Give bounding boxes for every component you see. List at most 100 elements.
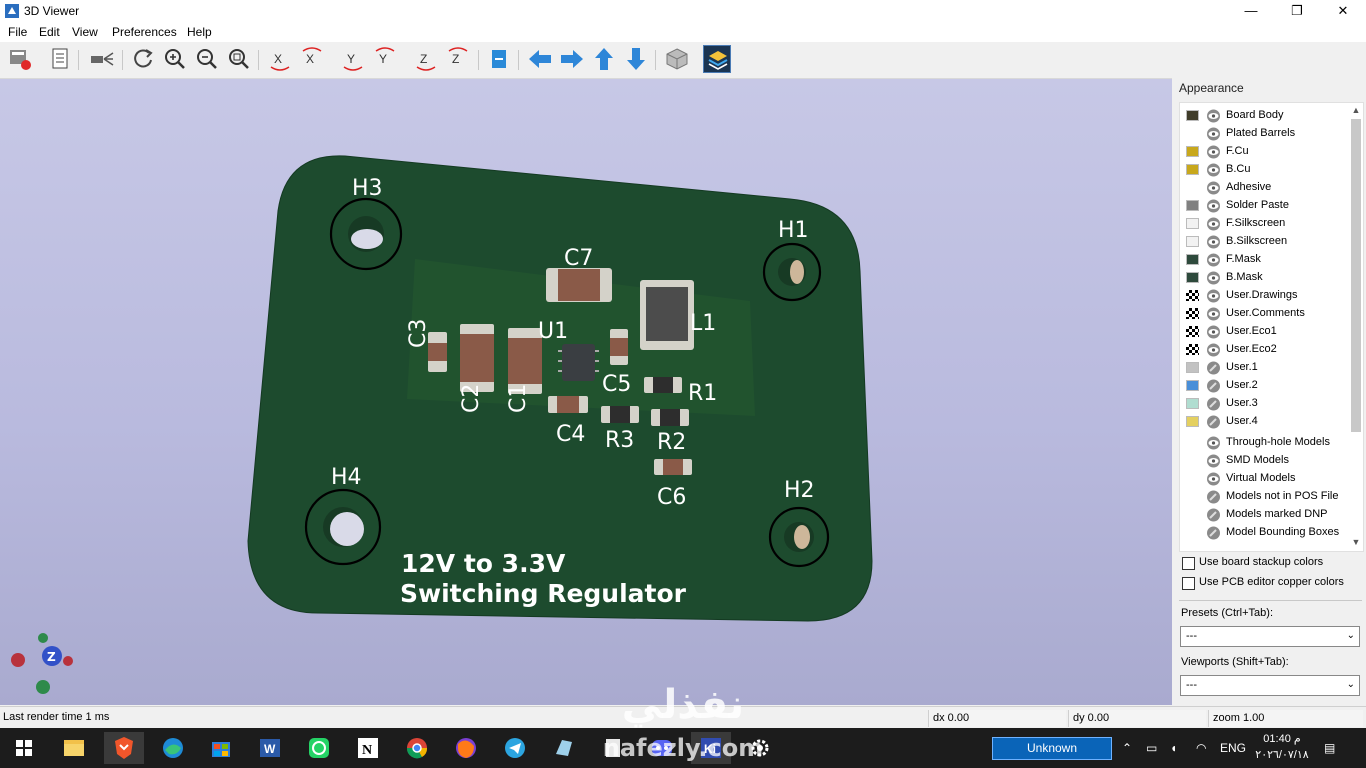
layer-color-swatch[interactable] bbox=[1186, 380, 1199, 391]
layer-color-swatch[interactable] bbox=[1186, 344, 1199, 355]
eye-icon[interactable] bbox=[1206, 127, 1221, 141]
move-left-icon[interactable] bbox=[526, 45, 554, 73]
eye-icon[interactable] bbox=[1206, 163, 1221, 177]
visibility-toggle-icon[interactable] bbox=[1206, 508, 1221, 522]
reload-icon[interactable] bbox=[129, 45, 157, 73]
layer-color-swatch[interactable] bbox=[1186, 236, 1199, 247]
layer-row[interactable]: B.Mask bbox=[1180, 269, 1348, 287]
layer-row[interactable]: User.1 bbox=[1180, 359, 1348, 377]
discord-icon[interactable] bbox=[642, 732, 682, 764]
render-options-icon[interactable] bbox=[6, 45, 34, 73]
model-row[interactable]: Models marked DNP bbox=[1180, 506, 1348, 524]
use-pcb-copper-colors-checkbox[interactable]: Use PCB editor copper colors bbox=[1181, 574, 1365, 592]
3d-viewport[interactable]: H3 H1 H4 H2 C7 U1 L1 C3 C2 C1 C5 R1 C4 R… bbox=[0, 78, 1172, 705]
eye-icon[interactable] bbox=[1206, 271, 1221, 285]
eye-icon[interactable] bbox=[1206, 235, 1221, 249]
eye-icon[interactable] bbox=[1206, 145, 1221, 159]
kicad-icon[interactable]: Ki bbox=[691, 732, 731, 764]
menu-edit[interactable]: Edit bbox=[39, 25, 60, 39]
move-down-icon[interactable] bbox=[622, 45, 650, 73]
settings-icon[interactable] bbox=[740, 732, 780, 764]
layer-row[interactable]: User.2 bbox=[1180, 377, 1348, 395]
eye-icon[interactable] bbox=[1206, 436, 1221, 450]
whatsapp-icon[interactable] bbox=[299, 732, 339, 764]
layer-row[interactable]: User.3 bbox=[1180, 395, 1348, 413]
layer-color-swatch[interactable] bbox=[1186, 164, 1199, 175]
unknown-button[interactable]: Unknown bbox=[992, 737, 1112, 760]
checkbox-box[interactable] bbox=[1182, 557, 1195, 570]
eye-icon[interactable] bbox=[1206, 343, 1221, 357]
viewports-dropdown[interactable]: --- ⌄ bbox=[1180, 675, 1360, 696]
windows-start-icon[interactable] bbox=[4, 732, 44, 764]
menu-view[interactable]: View bbox=[72, 25, 98, 39]
layer-row[interactable]: User.Comments bbox=[1180, 305, 1348, 323]
use-stackup-colors-checkbox[interactable]: Use board stackup colors bbox=[1181, 554, 1365, 572]
layer-row[interactable]: Board Body bbox=[1180, 107, 1348, 125]
model-row[interactable]: Model Bounding Boxes bbox=[1180, 524, 1348, 542]
visibility-toggle-icon[interactable] bbox=[1206, 415, 1221, 429]
raytracing-icon[interactable] bbox=[88, 45, 116, 73]
layers-manager-icon[interactable] bbox=[703, 45, 731, 73]
visibility-toggle-icon[interactable] bbox=[1206, 490, 1221, 504]
firefox-icon[interactable] bbox=[446, 732, 486, 764]
move-up-icon[interactable] bbox=[590, 45, 618, 73]
word-icon[interactable]: W bbox=[250, 732, 290, 764]
language-indicator[interactable]: ENG bbox=[1220, 728, 1246, 768]
layer-row[interactable]: User.4 bbox=[1180, 413, 1348, 431]
eye-icon[interactable] bbox=[1206, 199, 1221, 213]
layer-color-swatch[interactable] bbox=[1186, 200, 1199, 211]
file-explorer-icon[interactable] bbox=[54, 732, 94, 764]
presets-dropdown[interactable]: --- ⌄ bbox=[1180, 626, 1360, 647]
layer-row[interactable]: F.Cu bbox=[1180, 143, 1348, 161]
layer-row[interactable]: Plated Barrels bbox=[1180, 125, 1348, 143]
layer-color-swatch[interactable] bbox=[1186, 254, 1199, 265]
orthographic-icon[interactable] bbox=[663, 45, 691, 73]
eye-icon[interactable] bbox=[1206, 181, 1221, 195]
flip-board-icon[interactable] bbox=[485, 45, 513, 73]
zoom-fit-icon[interactable] bbox=[225, 45, 253, 73]
visibility-toggle-icon[interactable] bbox=[1206, 379, 1221, 393]
eye-icon[interactable] bbox=[1206, 472, 1221, 486]
battery-icon[interactable]: ▭ bbox=[1146, 728, 1157, 768]
zoom-in-icon[interactable] bbox=[161, 45, 189, 73]
layer-color-swatch[interactable] bbox=[1186, 362, 1199, 373]
eye-icon[interactable] bbox=[1206, 109, 1221, 123]
menu-preferences[interactable]: Preferences bbox=[112, 25, 177, 39]
rotate-y-ccw-icon[interactable]: Y bbox=[371, 45, 399, 73]
rotate-x-cw-icon[interactable]: X bbox=[266, 45, 294, 73]
eye-icon[interactable] bbox=[1206, 217, 1221, 231]
eye-icon[interactable] bbox=[1206, 289, 1221, 303]
system-clock[interactable]: 01:40 م ٢٠٢٦/٠٧/١٨ bbox=[1250, 731, 1314, 763]
layer-row[interactable]: Adhesive bbox=[1180, 179, 1348, 197]
minimize-button[interactable]: — bbox=[1228, 0, 1274, 22]
notion-icon[interactable]: N bbox=[348, 732, 388, 764]
model-row[interactable]: SMD Models bbox=[1180, 452, 1348, 470]
layer-color-swatch[interactable] bbox=[1186, 326, 1199, 337]
maximize-button[interactable]: ❐ bbox=[1274, 0, 1320, 22]
model-row[interactable]: Models not in POS File bbox=[1180, 488, 1348, 506]
visibility-toggle-icon[interactable] bbox=[1206, 361, 1221, 375]
rotate-z-cw-icon[interactable]: Z bbox=[412, 45, 440, 73]
model-row[interactable]: Virtual Models bbox=[1180, 470, 1348, 488]
store-icon[interactable] bbox=[201, 732, 241, 764]
layer-row[interactable]: User.Eco2 bbox=[1180, 341, 1348, 359]
telegram-icon[interactable] bbox=[495, 732, 535, 764]
menu-file[interactable]: File bbox=[8, 25, 27, 39]
layer-color-swatch[interactable] bbox=[1186, 308, 1199, 319]
rotate-z-ccw-icon[interactable]: Z bbox=[444, 45, 472, 73]
rotate-x-ccw-icon[interactable]: X bbox=[298, 45, 326, 73]
rotate-y-cw-icon[interactable]: Y bbox=[339, 45, 367, 73]
eye-icon[interactable] bbox=[1206, 454, 1221, 468]
layer-color-swatch[interactable] bbox=[1186, 218, 1199, 229]
layer-row[interactable]: B.Cu bbox=[1180, 161, 1348, 179]
visibility-toggle-icon[interactable] bbox=[1206, 397, 1221, 411]
notifications-icon[interactable]: ▤ bbox=[1324, 728, 1335, 768]
layer-row[interactable]: F.Mask bbox=[1180, 251, 1348, 269]
layer-color-swatch[interactable] bbox=[1186, 110, 1199, 121]
volume-icon[interactable]: ◖ bbox=[1170, 728, 1177, 768]
brave-icon[interactable] bbox=[104, 732, 144, 764]
layer-color-swatch[interactable] bbox=[1186, 398, 1199, 409]
layer-color-swatch[interactable] bbox=[1186, 146, 1199, 157]
layer-row[interactable]: Solder Paste bbox=[1180, 197, 1348, 215]
move-right-icon[interactable] bbox=[558, 45, 586, 73]
